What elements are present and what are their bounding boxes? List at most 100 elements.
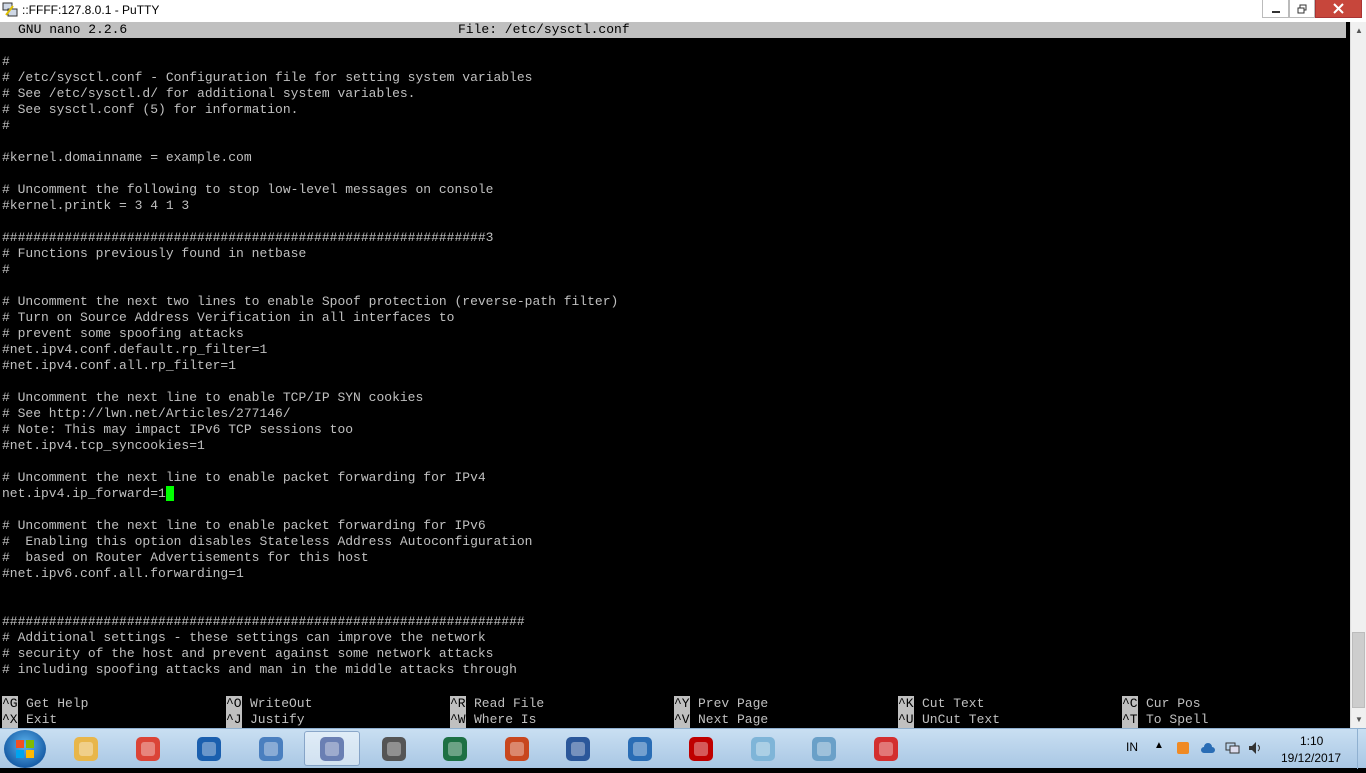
taskbar-app-button[interactable]: [427, 731, 483, 766]
tray-app-icon[interactable]: [1176, 741, 1190, 755]
help-lifebuoy-icon: [873, 736, 898, 761]
editor-line[interactable]: # Note: This may impact IPv6 TCP session…: [2, 422, 353, 438]
shortcut-key: ^R: [450, 696, 466, 712]
shortcut-label: Cut Text: [922, 696, 985, 711]
editor-line[interactable]: #kernel.printk = 3 4 1 3: [2, 198, 189, 214]
editor-line[interactable]: # security of the host and prevent again…: [2, 646, 493, 662]
editor-line[interactable]: # Uncomment the next line to enable pack…: [2, 470, 486, 486]
shortcut-key: ^O: [226, 696, 242, 712]
shortcut-label: Exit: [26, 712, 58, 727]
scroll-down-button[interactable]: ▼: [1351, 711, 1366, 728]
browser-icon: [197, 736, 221, 761]
close-button[interactable]: [1315, 0, 1362, 18]
maximize-button[interactable]: [1289, 0, 1315, 18]
editor-line[interactable]: #net.ipv4.conf.default.rp_filter=1: [2, 342, 267, 358]
taskbar-app-button[interactable]: [304, 731, 360, 766]
clock-date[interactable]: 19/12/2017: [1281, 751, 1341, 765]
editor-line[interactable]: # Uncomment the following to stop low-le…: [2, 182, 493, 198]
editor-line[interactable]: #: [2, 54, 10, 70]
editor-line[interactable]: # Uncomment the next line to enable TCP/…: [2, 390, 423, 406]
windows-logo-icon: [16, 740, 34, 758]
restore-icon: [1297, 4, 1307, 13]
shortcut-key: ^K: [898, 696, 914, 712]
chrome-icon: [135, 736, 160, 761]
editor-line[interactable]: # including spoofing attacks and man in …: [2, 662, 517, 678]
taskbar-app-button[interactable]: [550, 731, 606, 766]
clock-time[interactable]: 1:10: [1300, 734, 1323, 748]
taskbar-app-button[interactable]: [489, 731, 545, 766]
language-indicator[interactable]: IN: [1126, 740, 1138, 754]
shortcut-label: To Spell: [1146, 712, 1209, 727]
editor-line[interactable]: # Functions previously found in netbase: [2, 246, 306, 262]
shortcut-key: ^Y: [674, 696, 690, 712]
taskbar-app-button[interactable]: [673, 731, 729, 766]
minimize-button[interactable]: [1262, 0, 1289, 18]
excel-icon: [443, 736, 467, 761]
start-button[interactable]: [4, 730, 46, 768]
editor-line[interactable]: #: [2, 118, 10, 134]
editor-line[interactable]: ########################################…: [2, 230, 493, 246]
taskbar-app-button[interactable]: [58, 731, 114, 766]
remote-desktop-icon: [258, 736, 283, 761]
shortcut-label: Justify: [250, 712, 305, 727]
window-title-bar[interactable]: ::FFFF:127.8.0.1 - PuTTY: [0, 0, 1366, 23]
shortcut-label: Cur Pos: [1146, 696, 1201, 711]
terminal-area[interactable]: GNU nano 2.2.6 File: /etc/sysctl.conf # #…: [0, 22, 1350, 728]
shortcut-label: Where Is: [474, 712, 537, 727]
editor-line[interactable]: #kernel.domainname = example.com: [2, 150, 252, 166]
taskbar-app-button[interactable]: [181, 731, 237, 766]
filezilla-icon: [689, 736, 713, 761]
editor-line[interactable]: # See sysctl.conf (5) for information.: [2, 102, 298, 118]
shortcut-label: Get Help: [26, 696, 89, 711]
volume-icon[interactable]: [1248, 741, 1264, 755]
taskbar-app-button[interactable]: [366, 731, 422, 766]
editor-line[interactable]: # based on Router Advertisements for thi…: [2, 550, 369, 566]
taskbar-app-button[interactable]: [858, 731, 914, 766]
cloud-upload-icon[interactable]: [1200, 741, 1216, 755]
network-app-icon: [627, 736, 652, 761]
taskbar-app-button[interactable]: [243, 731, 299, 766]
arrow-up-icon: ▲: [1355, 26, 1363, 35]
editor-line[interactable]: # See http://lwn.net/Articles/277146/: [2, 406, 291, 422]
tray-expand-icon[interactable]: ▲: [1154, 740, 1164, 751]
shortcut-key: ^V: [674, 712, 690, 728]
shortcut-key: ^C: [1122, 696, 1138, 712]
editor-line[interactable]: net.ipv4.ip_forward=1: [2, 486, 174, 502]
show-desktop-button[interactable]: [1357, 729, 1366, 769]
file-explorer-icon: [74, 736, 98, 761]
scroll-thumb[interactable]: [1352, 632, 1365, 708]
editor-line[interactable]: # Uncomment the next line to enable pack…: [2, 518, 486, 534]
notepad-icon: [812, 736, 836, 761]
editor-line[interactable]: #: [2, 262, 10, 278]
editor-line[interactable]: # Additional settings - these settings c…: [2, 630, 486, 646]
shortcut-key: ^X: [2, 712, 18, 728]
shortcut-key: ^U: [898, 712, 914, 728]
nano-version: GNU nano 2.2.6: [18, 22, 128, 37]
editor-line[interactable]: #net.ipv6.conf.all.forwarding=1: [2, 566, 244, 582]
shortcut-label: WriteOut: [250, 696, 313, 711]
shortcut-key: ^W: [450, 712, 466, 728]
editor-line[interactable]: # Uncomment the next two lines to enable…: [2, 294, 618, 310]
arrow-down-icon: ▼: [1355, 715, 1363, 724]
network-icon[interactable]: [1224, 741, 1240, 755]
editor-line[interactable]: #net.ipv4.conf.all.rp_filter=1: [2, 358, 236, 374]
editor-line[interactable]: ########################################…: [2, 614, 525, 630]
word-icon: [566, 736, 590, 761]
editor-line[interactable]: # See /etc/sysctl.d/ for additional syst…: [2, 86, 415, 102]
editor-line[interactable]: # Enabling this option disables Stateles…: [2, 534, 533, 550]
editor-line[interactable]: # prevent some spoofing attacks: [2, 326, 244, 342]
shortcut-key: ^G: [2, 696, 18, 712]
scroll-up-button[interactable]: ▲: [1351, 22, 1366, 39]
editor-line[interactable]: # Turn on Source Address Verification in…: [2, 310, 454, 326]
taskbar-app-button[interactable]: [796, 731, 852, 766]
taskbar-app-button[interactable]: [735, 731, 791, 766]
nano-file-label: File: /etc/sysctl.conf: [458, 22, 630, 37]
window-title: ::FFFF:127.8.0.1 - PuTTY: [22, 3, 160, 17]
editor-line[interactable]: # /etc/sysctl.conf - Configuration file …: [2, 70, 533, 86]
text-cursor: [165, 486, 174, 501]
taskbar-app-button[interactable]: [612, 731, 668, 766]
taskbar-app-button[interactable]: [120, 731, 176, 766]
editor-line[interactable]: #net.ipv4.tcp_syncookies=1: [2, 438, 205, 454]
vertical-scrollbar[interactable]: ▲ ▼: [1350, 22, 1366, 728]
putty-icon: [2, 2, 18, 17]
